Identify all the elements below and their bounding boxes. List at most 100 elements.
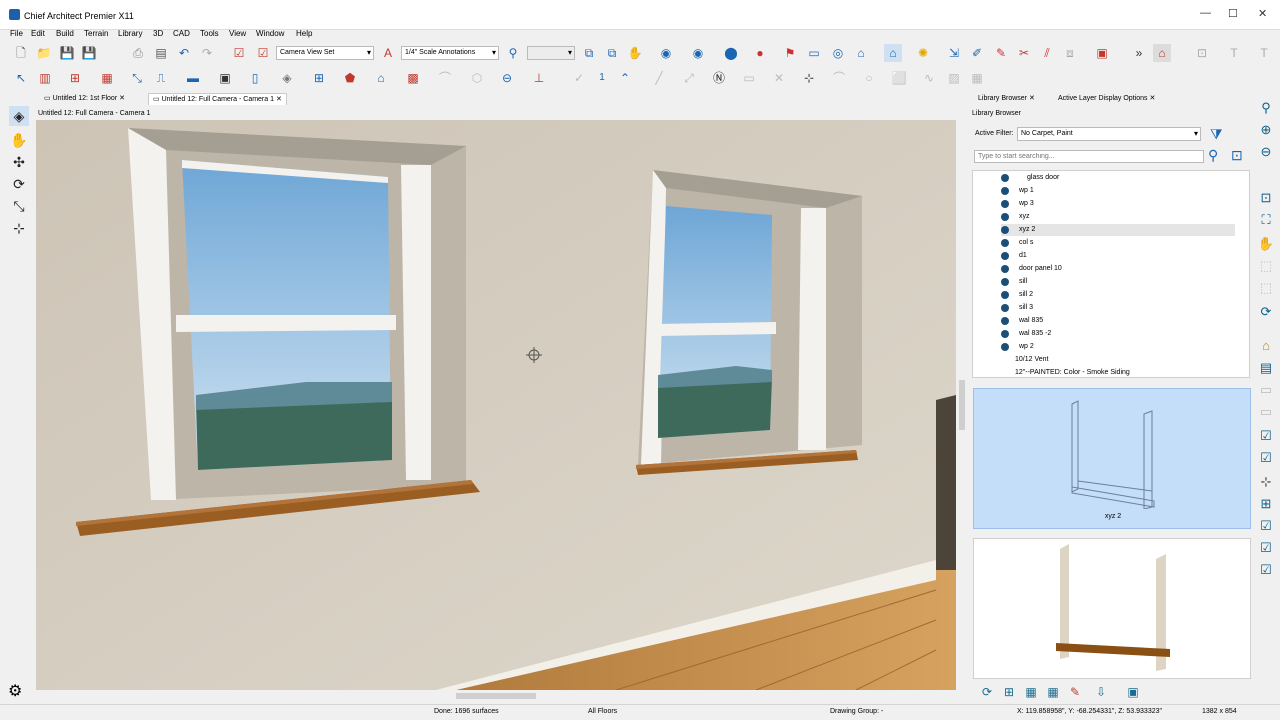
dimension-check-icon[interactable]: ☑ bbox=[1256, 426, 1276, 446]
redo-icon[interactable]: ↷ bbox=[198, 44, 216, 62]
tab-close-icon[interactable]: ✕ bbox=[1029, 95, 1035, 102]
eyedropper-icon[interactable]: ✐ bbox=[968, 44, 986, 62]
move-icon[interactable]: ✣ bbox=[9, 152, 29, 172]
checkbox-icon[interactable]: ☑ bbox=[254, 44, 272, 62]
text-box-icon[interactable]: ⊡ bbox=[1193, 44, 1211, 62]
library-object-icon[interactable]: ▩ bbox=[404, 69, 422, 87]
tab-active-layer-display[interactable]: Active Layer Display Options ✕ bbox=[1058, 94, 1155, 106]
railing-icon[interactable]: ⊞ bbox=[66, 69, 84, 87]
hand-icon[interactable]: ✋ bbox=[626, 44, 644, 62]
align-icon[interactable]: ⇲ bbox=[945, 44, 963, 62]
tab-close-icon[interactable]: ✕ bbox=[1149, 95, 1155, 102]
search-icon[interactable]: ⚲ bbox=[1208, 147, 1218, 164]
menu-build[interactable]: Build bbox=[56, 29, 74, 38]
vertical-scrollbar[interactable] bbox=[957, 120, 967, 691]
list-item[interactable]: col s bbox=[1001, 237, 1235, 249]
list-item[interactable]: wp 2 bbox=[1001, 341, 1235, 353]
overflow-icon[interactable]: » bbox=[1130, 44, 1148, 62]
active-filter-select[interactable]: No Carpet, Paint bbox=[1017, 127, 1201, 141]
maximize-icon[interactable]: ☐ bbox=[1228, 7, 1238, 20]
camera-view-set-select[interactable]: Camera View Set bbox=[276, 46, 374, 60]
camera-select-icon[interactable]: ◈ bbox=[9, 106, 29, 126]
object-snap-icon[interactable]: ☑ bbox=[1256, 538, 1276, 558]
list-item[interactable]: wp 1 bbox=[1001, 185, 1235, 197]
render-icon[interactable]: ⬤ bbox=[722, 44, 740, 62]
box-icon[interactable]: ▣ bbox=[216, 69, 234, 87]
tab-full-camera[interactable]: ▭ Untitled 12: Full Camera - Camera 1 ✕ bbox=[148, 93, 287, 105]
list-item[interactable]: sill 2 bbox=[1001, 289, 1235, 301]
bulk-check-icon[interactable]: ☑ bbox=[1256, 560, 1276, 580]
list-item[interactable]: xyz bbox=[1001, 211, 1235, 223]
undo-icon[interactable]: ↶ bbox=[175, 44, 193, 62]
paste-icon[interactable]: ⧉ bbox=[603, 44, 621, 62]
window-tool-icon[interactable]: ⬟ bbox=[341, 69, 359, 87]
refresh-view-icon[interactable]: ⟳ bbox=[1256, 302, 1276, 322]
copy-icon[interactable]: ⧉ bbox=[580, 44, 598, 62]
delete-surface-icon[interactable]: ✂ bbox=[1015, 44, 1033, 62]
polygon-icon[interactable]: ⬜ bbox=[890, 69, 908, 87]
cross-section-icon[interactable]: ▭ bbox=[805, 44, 823, 62]
plumbing-icon[interactable]: ⚲ bbox=[504, 44, 522, 62]
minimize-icon[interactable]: — bbox=[1200, 7, 1211, 19]
page-setup-icon[interactable]: ▤ bbox=[152, 44, 170, 62]
library-tree[interactable]: glass door wp 1 wp 3 xyz xyz 2 col s d1 … bbox=[972, 170, 1250, 378]
list-item[interactable]: wal 835 bbox=[1001, 315, 1235, 327]
light-icon[interactable]: ✺ bbox=[914, 44, 932, 62]
cabinet-icon[interactable]: ▦ bbox=[98, 69, 116, 87]
filter-icon[interactable]: ⧩ bbox=[1210, 126, 1223, 143]
floor-number[interactable]: 1 bbox=[593, 69, 611, 87]
record-icon[interactable]: ● bbox=[751, 44, 769, 62]
vertical-scroll-thumb[interactable] bbox=[959, 380, 965, 430]
cabinet-tool-icon[interactable]: ▯ bbox=[246, 69, 264, 87]
camera-icon[interactable]: ◉ bbox=[657, 44, 675, 62]
fit-icon[interactable]: ⛶ bbox=[1256, 210, 1276, 230]
north-pointer-icon[interactable]: Ⓝ bbox=[710, 69, 728, 87]
menu-help[interactable]: Help bbox=[296, 29, 312, 38]
paint-icon[interactable]: ⊥ bbox=[530, 69, 548, 87]
note-icon[interactable]: ▭ bbox=[1256, 380, 1276, 400]
refresh-icon[interactable]: ⟳ bbox=[978, 683, 996, 701]
menu-3d[interactable]: 3D bbox=[153, 29, 163, 38]
list-item[interactable]: wp 3 bbox=[1001, 198, 1235, 210]
line-icon[interactable]: ▬ bbox=[184, 69, 202, 87]
material-icon[interactable]: ▦ bbox=[1044, 683, 1062, 701]
draw-walls-icon[interactable]: ▥ bbox=[36, 69, 54, 87]
check-icon[interactable]: ☑ bbox=[1256, 448, 1276, 468]
home-icon[interactable]: ⌂ bbox=[852, 44, 870, 62]
new-file-icon[interactable]: 🗋 bbox=[12, 44, 30, 62]
menu-cad[interactable]: CAD bbox=[173, 29, 190, 38]
list-item-selected[interactable]: xyz 2 bbox=[1001, 224, 1235, 236]
save-as-icon[interactable]: 💾 bbox=[80, 44, 98, 62]
list-item[interactable]: d1 bbox=[1001, 250, 1235, 262]
list-item[interactable]: sill bbox=[1001, 276, 1235, 288]
curve-icon[interactable]: ⌒ bbox=[436, 69, 454, 87]
menu-file[interactable]: File bbox=[10, 29, 23, 38]
3d-camera-viewport[interactable] bbox=[36, 120, 956, 690]
menu-view[interactable]: View bbox=[229, 29, 246, 38]
tilt-icon[interactable]: ⤡ bbox=[9, 196, 29, 216]
spline-icon[interactable]: ∿ bbox=[920, 69, 938, 87]
menu-library[interactable]: Library bbox=[118, 29, 142, 38]
list-item[interactable]: door panel 10 bbox=[1001, 263, 1235, 275]
layer-icon[interactable]: ▤ bbox=[1256, 358, 1276, 378]
edit-area-icon[interactable]: ⬚ bbox=[1256, 256, 1276, 276]
layer-set-icon[interactable]: ☑ bbox=[230, 44, 248, 62]
checkmark-icon[interactable]: ✓ bbox=[570, 69, 588, 87]
stairs-icon[interactable]: ⎍ bbox=[152, 69, 170, 87]
print-icon[interactable]: ⎙ bbox=[129, 44, 147, 62]
list-item[interactable]: sill 3 bbox=[1001, 302, 1235, 314]
camera-options-icon[interactable]: ◉ bbox=[689, 44, 707, 62]
list-item[interactable]: 12"--PAINTED: Color - Smoke Siding bbox=[1001, 367, 1235, 377]
scale-annotations-select[interactable]: 1/4" Scale Annotations bbox=[401, 46, 499, 60]
slab-icon[interactable]: ⊖ bbox=[498, 69, 516, 87]
tab-library-browser[interactable]: Library Browser ✕ bbox=[978, 94, 1035, 106]
group-icon[interactable]: ⧈ bbox=[1061, 44, 1079, 62]
layout-icon[interactable]: ▣ bbox=[1124, 683, 1142, 701]
arc-icon[interactable]: ⌒ bbox=[830, 69, 848, 87]
library-object-icon[interactable]: ▦ bbox=[1022, 683, 1040, 701]
list-item[interactable]: glass door bbox=[1001, 172, 1235, 184]
horizontal-scroll-thumb[interactable] bbox=[456, 693, 536, 699]
pan-icon[interactable]: ✋ bbox=[1256, 234, 1276, 254]
select-objects-icon[interactable]: ↖ bbox=[12, 69, 30, 87]
tab-1st-floor[interactable]: ▭ Untitled 12: 1st Floor ✕ bbox=[40, 93, 129, 105]
